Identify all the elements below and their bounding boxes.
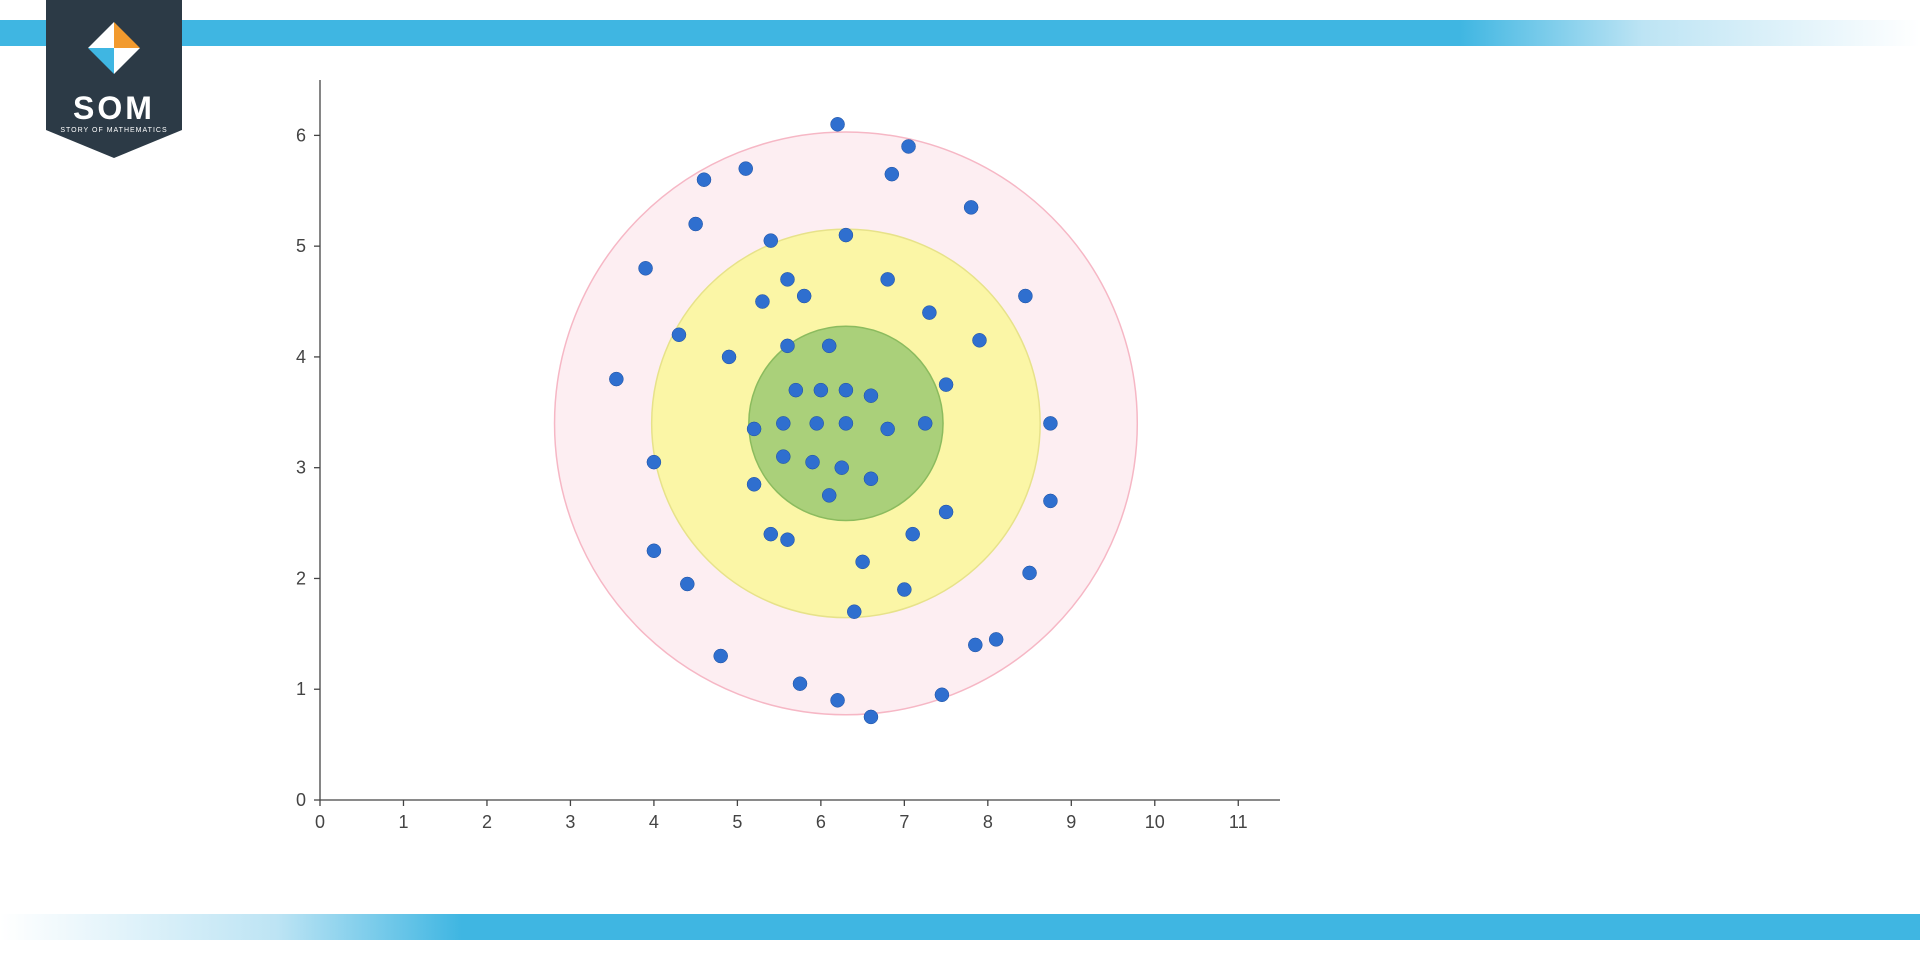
y-tick-label: 2 bbox=[296, 568, 306, 588]
y-tick-label: 1 bbox=[296, 679, 306, 699]
data-point bbox=[780, 533, 794, 547]
x-tick-label: 7 bbox=[899, 812, 909, 832]
data-point bbox=[964, 200, 978, 214]
data-point bbox=[897, 583, 911, 597]
data-point bbox=[780, 272, 794, 286]
x-tick-label: 3 bbox=[565, 812, 575, 832]
data-point bbox=[835, 461, 849, 475]
data-point bbox=[864, 389, 878, 403]
data-point bbox=[847, 605, 861, 619]
x-tick-label: 9 bbox=[1066, 812, 1076, 832]
x-tick-label: 10 bbox=[1145, 812, 1165, 832]
y-tick-label: 5 bbox=[296, 236, 306, 256]
data-point bbox=[972, 333, 986, 347]
chart-canvas: 0 1 2 3 4 5 6 7 8 9 10 11 0 1 2 3 4 5 6 bbox=[260, 70, 1320, 850]
data-point bbox=[755, 295, 769, 309]
data-point bbox=[864, 710, 878, 724]
data-point bbox=[939, 378, 953, 392]
data-point bbox=[714, 649, 728, 663]
x-tick-label: 2 bbox=[482, 812, 492, 832]
data-point bbox=[839, 416, 853, 430]
data-point bbox=[776, 450, 790, 464]
data-point bbox=[814, 383, 828, 397]
x-tick-label: 11 bbox=[1229, 812, 1248, 832]
data-point bbox=[793, 677, 807, 691]
data-point bbox=[789, 383, 803, 397]
data-point bbox=[989, 632, 1003, 646]
data-point bbox=[776, 416, 790, 430]
x-tick-label: 5 bbox=[732, 812, 742, 832]
data-point bbox=[672, 328, 686, 342]
data-point bbox=[856, 555, 870, 569]
data-point bbox=[1043, 494, 1057, 508]
footer-accent-fade bbox=[0, 914, 461, 940]
data-point bbox=[906, 527, 920, 541]
data-point bbox=[918, 416, 932, 430]
brand-tagline: STORY OF MATHEMATICS bbox=[46, 127, 182, 134]
data-point bbox=[639, 261, 653, 275]
data-point bbox=[739, 162, 753, 176]
footer-accent-solid bbox=[461, 914, 1920, 940]
brand-badge-shape bbox=[46, 0, 182, 160]
y-tick-label: 0 bbox=[296, 790, 306, 810]
data-point bbox=[864, 472, 878, 486]
data-point bbox=[902, 139, 916, 153]
data-point bbox=[839, 228, 853, 242]
data-point bbox=[806, 455, 820, 469]
x-tick-label: 4 bbox=[649, 812, 659, 832]
brand-logo-text: SOM STORY OF MATHEMATICS bbox=[46, 92, 182, 134]
data-point bbox=[1043, 416, 1057, 430]
data-point bbox=[881, 422, 895, 436]
data-point bbox=[647, 455, 661, 469]
header-accent-fade bbox=[1459, 20, 1920, 46]
header-accent-solid bbox=[0, 20, 1459, 46]
data-point bbox=[810, 416, 824, 430]
scatter-chart: 0 1 2 3 4 5 6 7 8 9 10 11 0 1 2 3 4 5 6 bbox=[260, 70, 1320, 850]
data-point bbox=[831, 117, 845, 131]
data-point bbox=[939, 505, 953, 519]
header-accent-bar bbox=[0, 20, 1920, 46]
x-tick-label: 1 bbox=[398, 812, 408, 832]
x-tick-label: 8 bbox=[983, 812, 993, 832]
data-point bbox=[697, 173, 711, 187]
brand-name: SOM bbox=[46, 92, 182, 124]
y-tick-label: 4 bbox=[296, 347, 306, 367]
y-tick-label: 6 bbox=[296, 125, 306, 145]
data-point bbox=[764, 527, 778, 541]
data-point bbox=[822, 339, 836, 353]
data-point bbox=[780, 339, 794, 353]
x-tick-label: 6 bbox=[816, 812, 826, 832]
data-point bbox=[839, 383, 853, 397]
y-tick-label: 3 bbox=[296, 458, 306, 478]
data-point bbox=[1018, 289, 1032, 303]
data-point bbox=[922, 306, 936, 320]
data-point bbox=[680, 577, 694, 591]
data-point bbox=[747, 477, 761, 491]
data-point bbox=[935, 688, 949, 702]
data-point bbox=[968, 638, 982, 652]
data-point bbox=[764, 234, 778, 248]
data-point bbox=[747, 422, 761, 436]
data-point bbox=[831, 693, 845, 707]
data-point bbox=[797, 289, 811, 303]
data-point bbox=[689, 217, 703, 231]
data-point bbox=[722, 350, 736, 364]
data-point bbox=[822, 488, 836, 502]
data-point bbox=[881, 272, 895, 286]
data-point bbox=[885, 167, 899, 181]
data-point bbox=[1023, 566, 1037, 580]
data-point bbox=[647, 544, 661, 558]
brand-logo-badge: SOM STORY OF MATHEMATICS bbox=[46, 0, 182, 160]
x-tick-label: 0 bbox=[315, 812, 325, 832]
data-point bbox=[609, 372, 623, 386]
footer-accent-bar bbox=[0, 914, 1920, 940]
